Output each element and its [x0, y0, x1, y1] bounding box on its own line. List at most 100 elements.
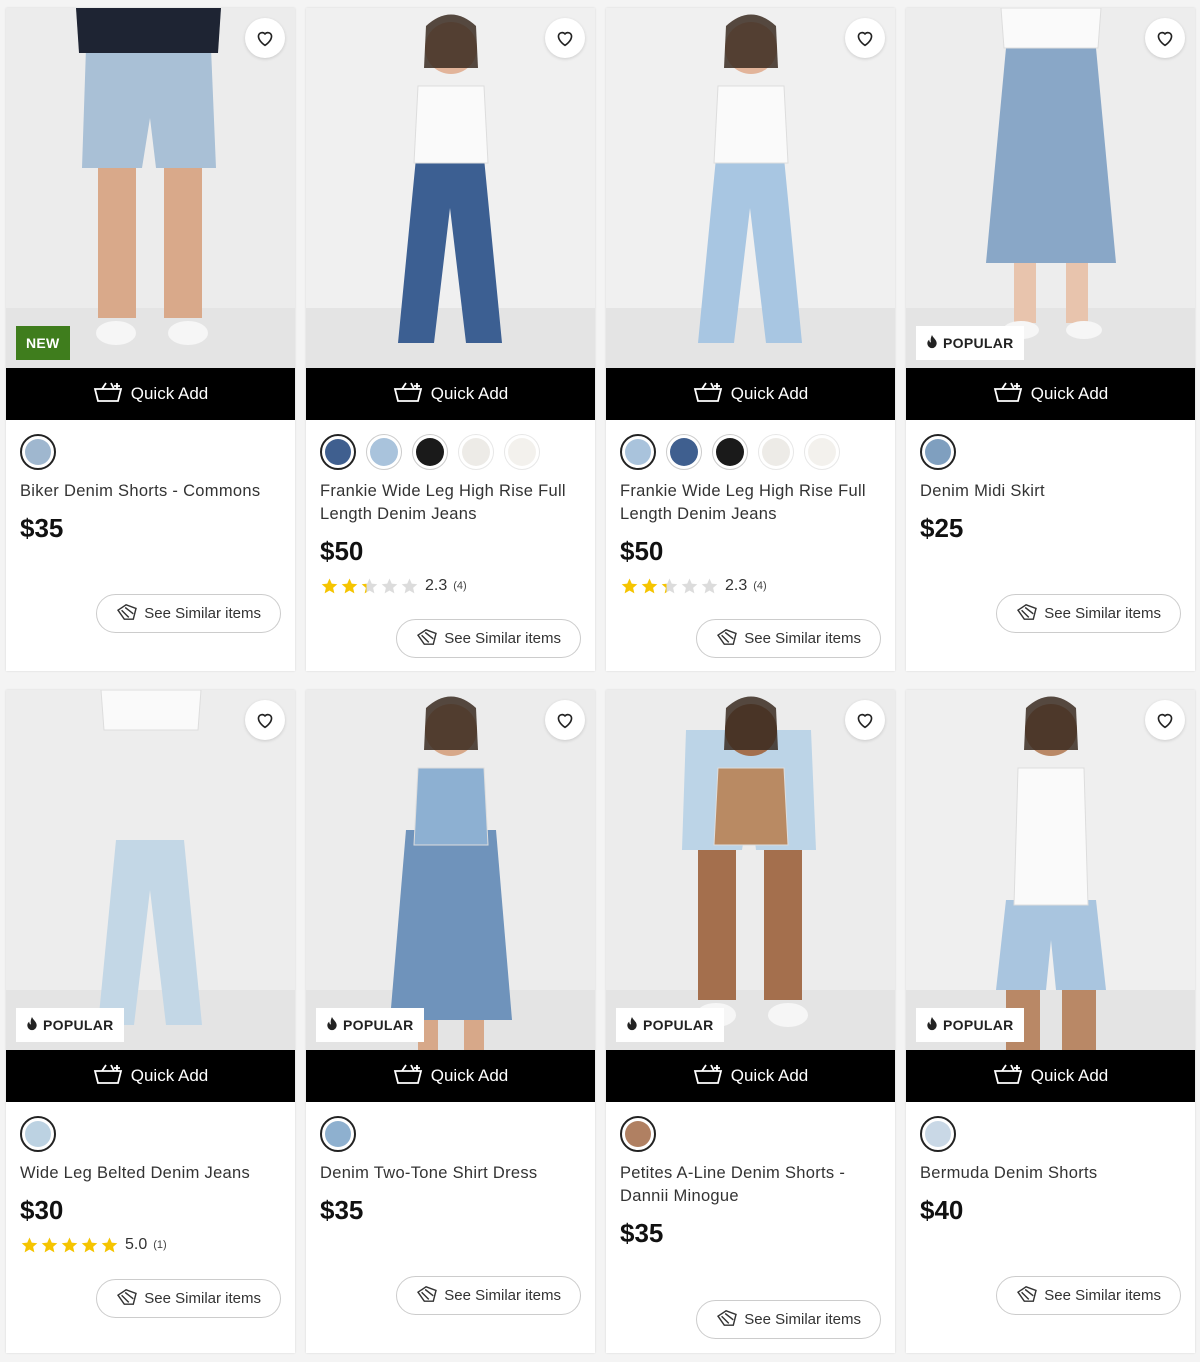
flame-icon	[926, 334, 938, 352]
tag-icon	[116, 1288, 138, 1310]
product-image	[606, 690, 895, 1050]
see-similar-button[interactable]: See Similar items	[396, 1276, 581, 1315]
tag-icon	[716, 628, 738, 650]
color-swatch[interactable]	[620, 1116, 656, 1152]
product-card[interactable]: Quick Add Frankie Wide Leg High Rise Ful…	[306, 8, 595, 671]
product-name[interactable]: Bermuda Denim Shorts	[920, 1162, 1181, 1185]
product-image-area[interactable]: POPULAR	[6, 690, 295, 1050]
color-swatch[interactable]	[458, 434, 494, 470]
star-icon	[701, 578, 718, 594]
wishlist-heart-icon[interactable]	[845, 18, 885, 58]
quick-add-button[interactable]: Quick Add	[306, 368, 595, 420]
see-similar-button[interactable]: See Similar items	[96, 594, 281, 633]
color-swatches	[20, 434, 281, 470]
product-price: $50	[320, 536, 364, 566]
product-image-area[interactable]: POPULAR	[906, 690, 1195, 1050]
product-image-area[interactable]	[306, 8, 595, 368]
see-similar-button[interactable]: See Similar items	[996, 1276, 1181, 1315]
rating: 2.3 (4)	[320, 577, 581, 595]
basket-icon	[93, 1063, 123, 1090]
popular-badge: POPULAR	[316, 1008, 424, 1042]
product-name[interactable]: Wide Leg Belted Denim Jeans	[20, 1162, 281, 1185]
star-icon	[361, 578, 378, 594]
quick-add-button[interactable]: Quick Add	[6, 1050, 295, 1102]
product-image	[6, 8, 295, 368]
quick-add-button[interactable]: Quick Add	[6, 368, 295, 420]
quick-add-button[interactable]: Quick Add	[606, 368, 895, 420]
star-icon	[681, 578, 698, 594]
tag-icon	[1016, 1285, 1038, 1307]
color-swatch[interactable]	[920, 434, 956, 470]
wishlist-heart-icon[interactable]	[545, 18, 585, 58]
product-name[interactable]: Frankie Wide Leg High Rise Full Length D…	[320, 480, 581, 526]
see-similar-button[interactable]: See Similar items	[96, 1279, 281, 1318]
product-name[interactable]: Biker Denim Shorts - Commons	[20, 480, 281, 503]
color-swatch[interactable]	[20, 434, 56, 470]
star-icon	[381, 578, 398, 594]
product-image-area[interactable]	[606, 8, 895, 368]
product-price: $35	[320, 1195, 364, 1225]
popular-badge: POPULAR	[16, 1008, 124, 1042]
product-card[interactable]: POPULAR Quick Add Bermuda Denim Shorts $…	[906, 690, 1195, 1353]
color-swatch[interactable]	[620, 434, 656, 470]
product-price: $35	[20, 513, 64, 543]
product-card[interactable]: POPULAR Quick Add Denim Two-Tone Shirt D…	[306, 690, 595, 1353]
product-card[interactable]: POPULAR Quick Add Wide Leg Belted Denim …	[6, 690, 295, 1353]
see-similar-button[interactable]: See Similar items	[696, 1300, 881, 1339]
wishlist-heart-icon[interactable]	[845, 700, 885, 740]
product-card[interactable]: POPULAR Quick Add Denim Midi Skirt $25 S…	[906, 8, 1195, 671]
color-swatch[interactable]	[412, 434, 448, 470]
color-swatch[interactable]	[366, 434, 402, 470]
review-count: (4)	[453, 580, 467, 592]
product-name[interactable]: Denim Midi Skirt	[920, 480, 1181, 503]
color-swatch[interactable]	[20, 1116, 56, 1152]
color-swatch[interactable]	[920, 1116, 956, 1152]
quick-add-button[interactable]: Quick Add	[306, 1050, 595, 1102]
wishlist-heart-icon[interactable]	[545, 700, 585, 740]
color-swatch[interactable]	[320, 1116, 356, 1152]
product-name[interactable]: Denim Two-Tone Shirt Dress	[320, 1162, 581, 1185]
product-price: $30	[20, 1195, 64, 1225]
product-price: $40	[920, 1195, 964, 1225]
product-image-area[interactable]: POPULAR	[306, 690, 595, 1050]
basket-icon	[693, 381, 723, 408]
star-icon	[101, 1237, 118, 1253]
product-card[interactable]: NEW Quick Add Biker Denim Shorts - Commo…	[6, 8, 295, 671]
product-image	[906, 8, 1195, 368]
basket-icon	[993, 381, 1023, 408]
product-image-area[interactable]: NEW	[6, 8, 295, 368]
wishlist-heart-icon[interactable]	[245, 18, 285, 58]
product-image-area[interactable]: POPULAR	[606, 690, 895, 1050]
color-swatch[interactable]	[504, 434, 540, 470]
star-icon	[321, 578, 338, 594]
tag-icon	[716, 1309, 738, 1331]
see-similar-button[interactable]: See Similar items	[696, 619, 881, 658]
flame-icon	[626, 1016, 638, 1034]
product-name[interactable]: Frankie Wide Leg High Rise Full Length D…	[620, 480, 881, 526]
star-rating	[20, 1236, 119, 1254]
see-similar-button[interactable]: See Similar items	[396, 619, 581, 658]
color-swatch[interactable]	[712, 434, 748, 470]
wishlist-heart-icon[interactable]	[1145, 700, 1185, 740]
wishlist-heart-icon[interactable]	[1145, 18, 1185, 58]
quick-add-button[interactable]: Quick Add	[906, 368, 1195, 420]
basket-icon	[93, 381, 123, 408]
color-swatch[interactable]	[804, 434, 840, 470]
see-similar-button[interactable]: See Similar items	[996, 594, 1181, 633]
product-name[interactable]: Petites A-Line Denim Shorts - Dannii Min…	[620, 1162, 881, 1208]
wishlist-heart-icon[interactable]	[245, 700, 285, 740]
star-icon	[81, 1237, 98, 1253]
star-icon	[641, 578, 658, 594]
product-card[interactable]: POPULAR Quick Add Petites A-Line Denim S…	[606, 690, 895, 1353]
popular-badge: POPULAR	[916, 326, 1024, 360]
quick-add-button[interactable]: Quick Add	[606, 1050, 895, 1102]
color-swatch[interactable]	[320, 434, 356, 470]
color-swatch[interactable]	[666, 434, 702, 470]
flame-icon	[926, 1016, 938, 1034]
color-swatch[interactable]	[758, 434, 794, 470]
quick-add-button[interactable]: Quick Add	[906, 1050, 1195, 1102]
color-swatches	[620, 1116, 881, 1152]
product-card[interactable]: Quick Add Frankie Wide Leg High Rise Ful…	[606, 8, 895, 671]
basket-icon	[693, 1063, 723, 1090]
product-image-area[interactable]: POPULAR	[906, 8, 1195, 368]
